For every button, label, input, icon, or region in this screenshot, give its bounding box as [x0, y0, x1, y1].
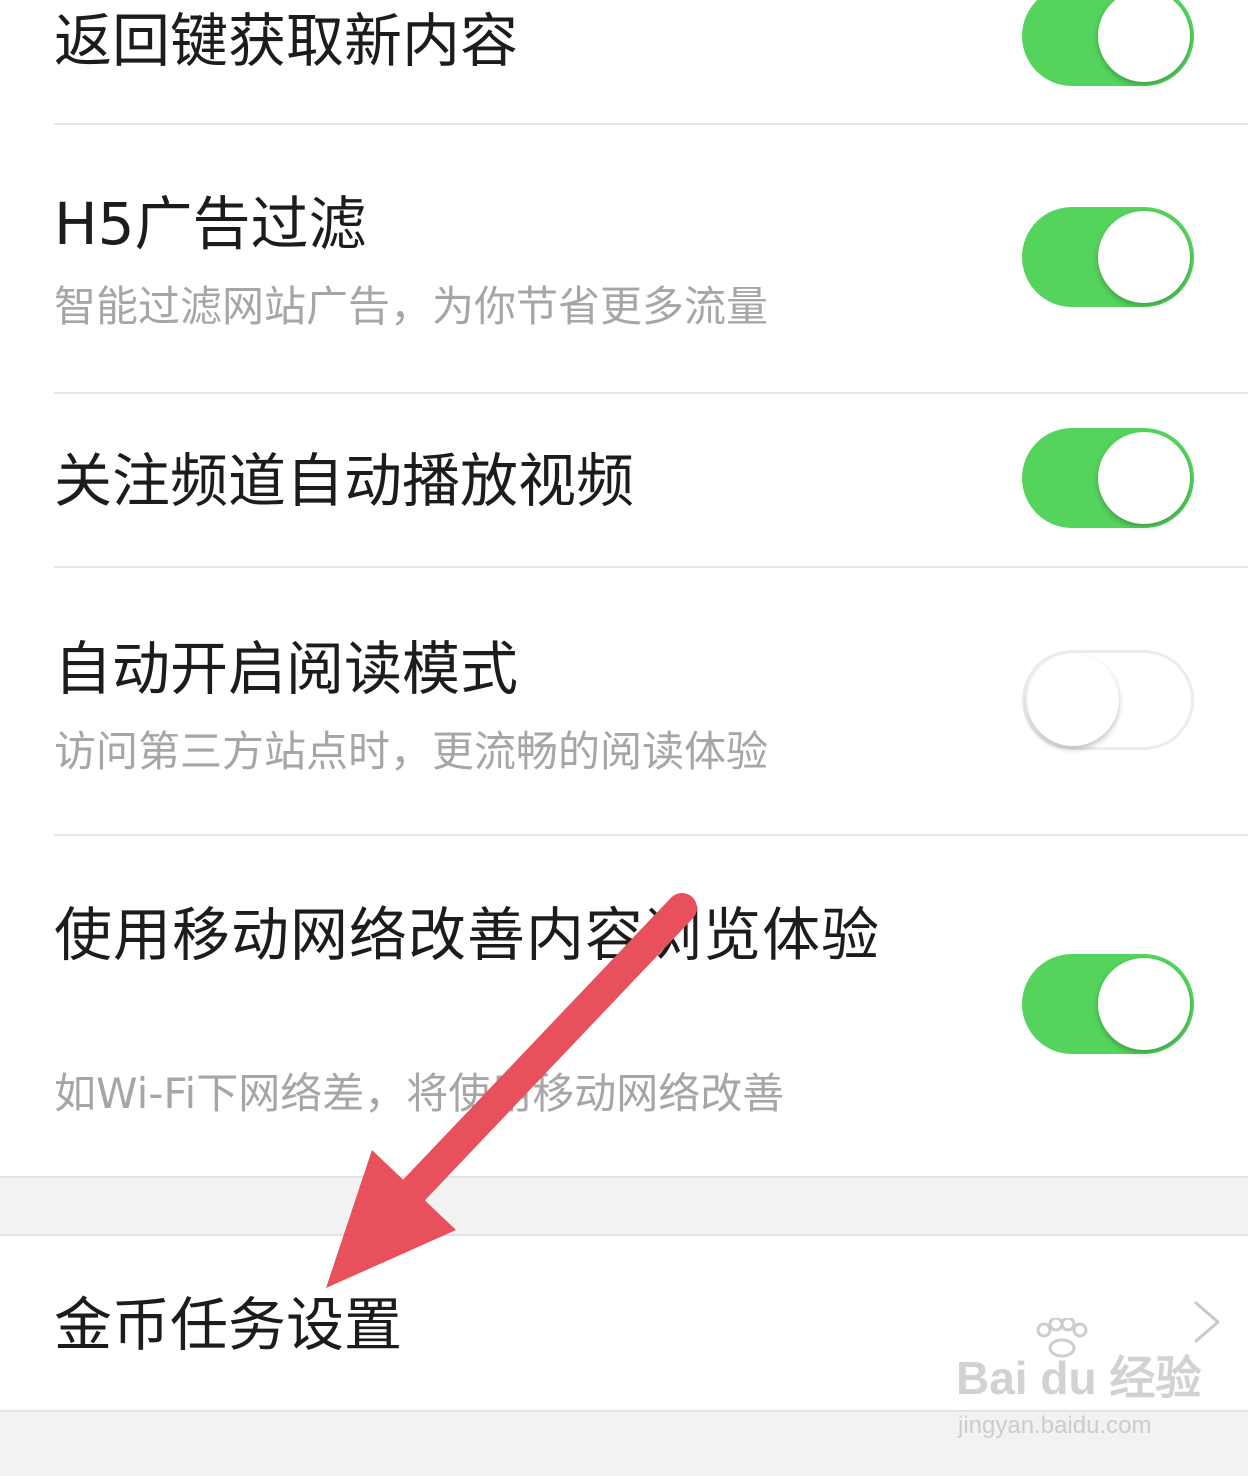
section-gap: [0, 1176, 1248, 1236]
watermark-site: jingyan.baidu.com: [958, 1412, 1152, 1439]
settings-list: 返回键获取新内容 H5广告过滤 智能过滤网站广告，为你节省更多流量 关注频道自动…: [0, 0, 1248, 1176]
setting-subtitle: 如Wi-Fi下网络差，将使用移动网络改善: [54, 1069, 785, 1118]
setting-title: H5广告过滤: [54, 190, 367, 258]
setting-title: 返回键获取新内容: [54, 7, 519, 75]
toggle-switch[interactable]: [1022, 0, 1194, 86]
setting-title: 关注频道自动播放视频: [54, 447, 635, 515]
toggle-knob: [1098, 958, 1190, 1050]
watermark: Bai du 经验 jingyan.baidu.com: [956, 1318, 1201, 1450]
toggle-knob: [1098, 432, 1190, 524]
toggle-switch[interactable]: [1022, 428, 1194, 528]
chevron-right-icon: [1194, 1301, 1220, 1343]
setting-title: 使用移动网络改善内容浏览体验: [54, 901, 881, 969]
watermark-brand: Bai du 经验: [956, 1352, 1202, 1404]
setting-title: 自动开启阅读模式: [54, 635, 519, 703]
toggle-switch[interactable]: [1022, 954, 1194, 1054]
setting-subtitle: 访问第三方站点时，更流畅的阅读体验: [54, 727, 769, 776]
setting-row-reading-mode[interactable]: 自动开启阅读模式 访问第三方站点时，更流畅的阅读体验: [0, 568, 1248, 834]
toggle-knob: [1098, 0, 1190, 82]
toggle-knob: [1098, 211, 1190, 303]
setting-row-autoplay-video[interactable]: 关注频道自动播放视频: [0, 394, 1248, 566]
nav-row-title: 金币任务设置: [54, 1291, 403, 1359]
toggle-switch[interactable]: [1022, 207, 1194, 307]
toggle-switch[interactable]: [1022, 650, 1194, 750]
setting-subtitle: 智能过滤网站广告，为你节省更多流量: [54, 282, 769, 331]
toggle-knob: [1027, 654, 1119, 746]
setting-row-mobile-network-boost[interactable]: 使用移动网络改善内容浏览体验 如Wi-Fi下网络差，将使用移动网络改善: [0, 836, 1248, 1176]
setting-row-back-key-refresh[interactable]: 返回键获取新内容: [0, 0, 1248, 124]
setting-row-h5-ad-filter[interactable]: H5广告过滤 智能过滤网站广告，为你节省更多流量: [0, 125, 1248, 393]
